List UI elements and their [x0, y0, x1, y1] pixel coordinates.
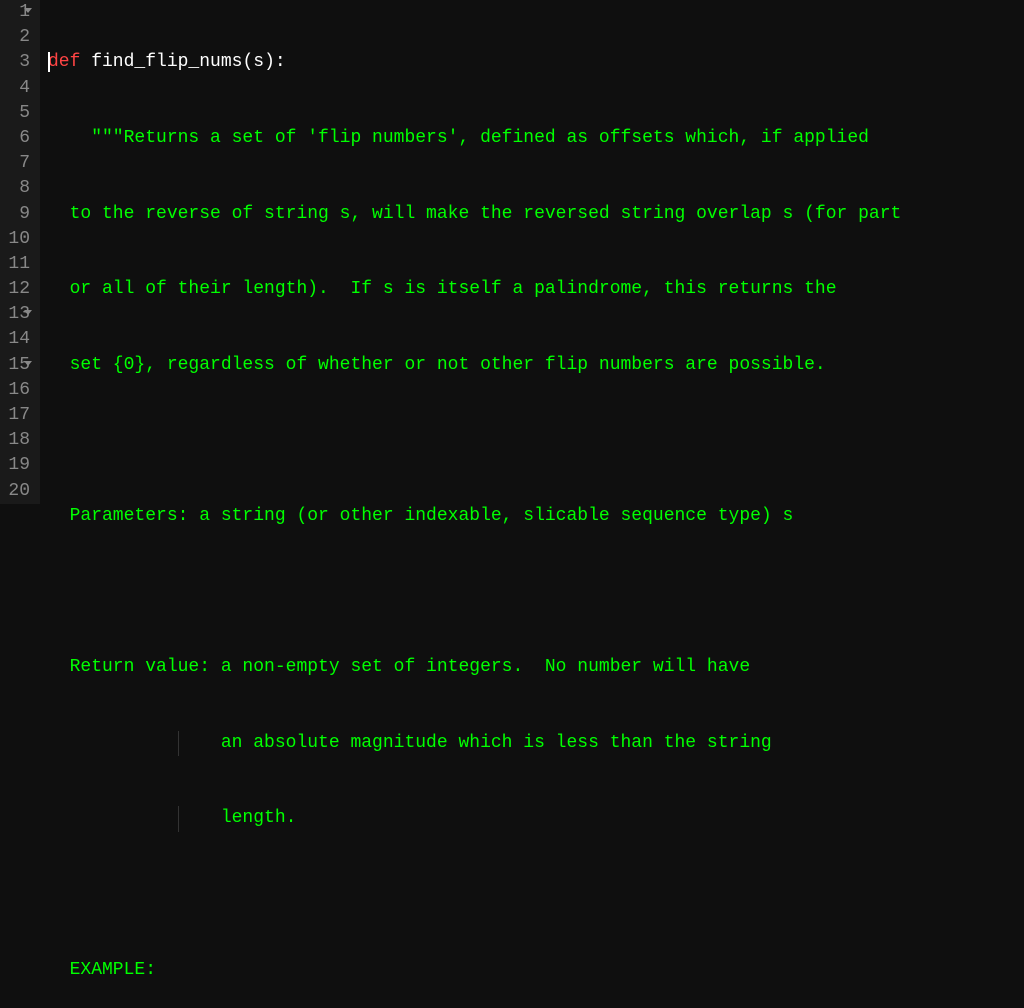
code-line-7[interactable]: Parameters: a string (or other indexable… [48, 504, 901, 529]
line-number: 19 [6, 453, 30, 478]
line-number: 9 [6, 202, 30, 227]
line-number: 18 [6, 428, 30, 453]
line-number: 15 [6, 353, 30, 378]
code-line-1[interactable]: def find_flip_nums(s): [48, 50, 901, 75]
code-line-8[interactable] [48, 580, 901, 605]
line-number: 5 [6, 101, 30, 126]
code-line-5[interactable]: set {0}, regardless of whether or not ot… [48, 353, 901, 378]
fold-toggle-icon[interactable] [24, 8, 32, 13]
code-editor[interactable]: 1 2 3 4 5 6 7 8 9 10 11 12 13 14 15 16 1… [0, 0, 1024, 504]
code-line-13[interactable]: EXAMPLE: [48, 958, 901, 983]
line-number: 12 [6, 277, 30, 302]
line-number: 7 [6, 151, 30, 176]
docstring-text: or all of their length). If s is itself … [48, 279, 837, 299]
docstring-text: """Returns a set of 'flip numbers', defi… [48, 128, 869, 148]
code-area[interactable]: def find_flip_nums(s): """Returns a set … [40, 0, 901, 504]
code-line-12[interactable] [48, 882, 901, 907]
function-name: find_flip_nums [80, 52, 242, 72]
code-line-10[interactable]: an absolute magnitude which is less than… [48, 731, 901, 756]
docstring-text: length. [48, 808, 296, 828]
code-line-9[interactable]: Return value: a non-empty set of integer… [48, 655, 901, 680]
line-number: 8 [6, 176, 30, 201]
line-number: 16 [6, 378, 30, 403]
code-line-2[interactable]: """Returns a set of 'flip numbers', defi… [48, 126, 901, 151]
fold-toggle-icon[interactable] [24, 310, 32, 315]
text-cursor [48, 52, 50, 72]
fold-toggle-icon[interactable] [24, 361, 32, 366]
docstring-text: Return value: a non-empty set of integer… [48, 657, 750, 677]
line-number: 10 [6, 227, 30, 252]
docstring-text: to the reverse of string s, will make th… [48, 204, 901, 224]
code-line-4[interactable]: or all of their length). If s is itself … [48, 277, 901, 302]
docstring-text: EXAMPLE: [48, 960, 156, 980]
docstring-text: set {0}, regardless of whether or not ot… [48, 355, 826, 375]
docstring-text: Parameters: a string (or other indexable… [48, 506, 793, 526]
code-line-3[interactable]: to the reverse of string s, will make th… [48, 202, 901, 227]
line-number: 11 [6, 252, 30, 277]
open-paren: ( [242, 52, 253, 72]
line-number: 1 [6, 0, 30, 25]
close-paren: ) [264, 52, 275, 72]
line-number: 17 [6, 403, 30, 428]
line-number: 6 [6, 126, 30, 151]
code-line-11[interactable]: length. [48, 806, 901, 831]
colon: : [275, 52, 286, 72]
line-number-gutter: 1 2 3 4 5 6 7 8 9 10 11 12 13 14 15 16 1… [0, 0, 40, 504]
keyword-def: def [48, 52, 80, 72]
code-line-6[interactable] [48, 428, 901, 453]
line-number: 2 [6, 25, 30, 50]
line-number: 13 [6, 302, 30, 327]
line-number: 14 [6, 327, 30, 352]
line-number: 4 [6, 76, 30, 101]
indent-guide-icon [178, 731, 179, 756]
docstring-text: an absolute magnitude which is less than… [48, 733, 772, 753]
line-number: 20 [6, 479, 30, 504]
param-s: s [253, 52, 264, 72]
indent-guide-icon [178, 806, 179, 831]
line-number: 3 [6, 50, 30, 75]
